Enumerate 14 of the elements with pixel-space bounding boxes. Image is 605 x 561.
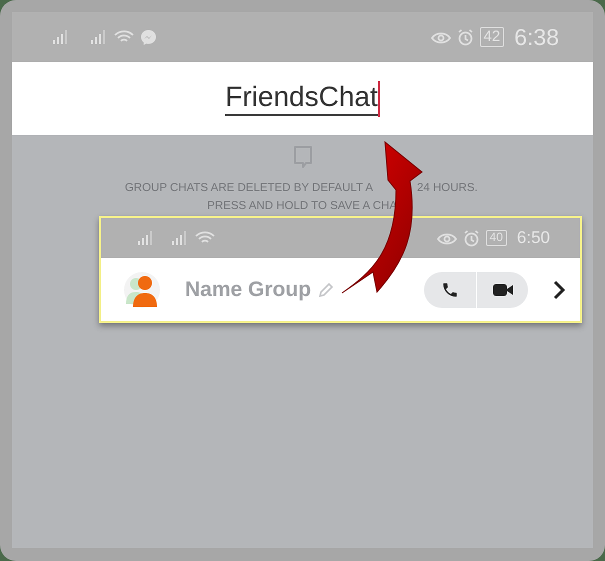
alarm-icon — [462, 230, 480, 246]
notice-text: GROUP CHATS ARE DELETED BY DEFAULT A — [124, 182, 373, 194]
phone-icon — [441, 280, 459, 298]
chevron-right-icon[interactable] — [552, 280, 566, 300]
chat-bubble-icon — [292, 145, 314, 171]
notice-text: 24 HOURS. — [417, 182, 478, 194]
signal-icon — [90, 29, 108, 45]
messenger-icon — [140, 28, 157, 46]
avatar-icon — [123, 270, 161, 308]
signal-icon — [137, 230, 155, 246]
signal-icon — [52, 29, 70, 45]
alarm-icon — [456, 28, 474, 46]
signal-icon — [171, 230, 189, 246]
video-camera-icon — [492, 282, 514, 298]
